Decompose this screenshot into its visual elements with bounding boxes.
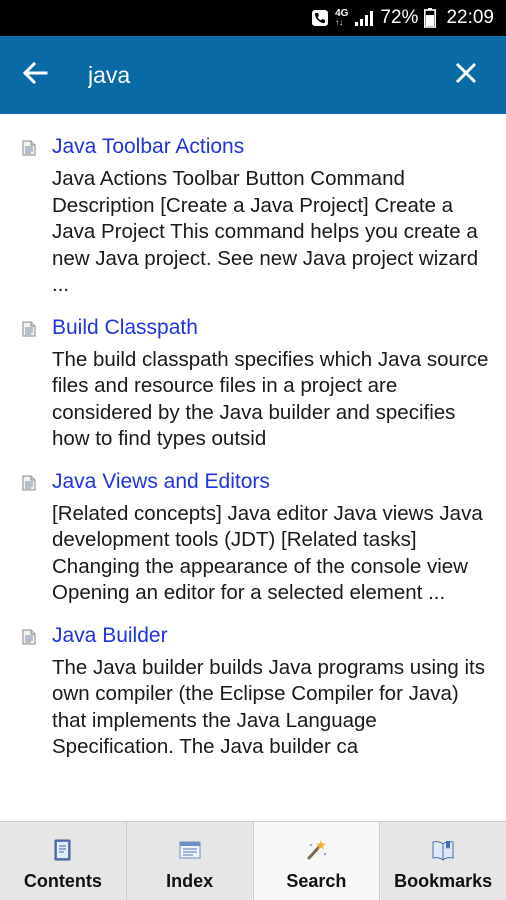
result-title-link[interactable]: Java Toolbar Actions xyxy=(52,134,494,160)
battery-percent: 72% xyxy=(380,7,419,28)
result-title-link[interactable]: Java Builder xyxy=(52,623,494,649)
result-description: The Java builder builds Java programs us… xyxy=(52,655,485,759)
result-title-link[interactable]: Build Classpath xyxy=(52,315,494,341)
result-description: The build classpath specifies which Java… xyxy=(52,347,489,451)
document-icon xyxy=(22,629,36,645)
search-input[interactable] xyxy=(70,50,426,100)
tab-label: Index xyxy=(166,871,214,891)
close-icon xyxy=(455,62,477,89)
document-icon xyxy=(22,321,36,337)
document-icon xyxy=(22,140,36,156)
list-item[interactable]: Java Views and Editors [Related concepts… xyxy=(0,469,506,607)
document-icon xyxy=(22,475,36,491)
tab-contents[interactable]: Contents xyxy=(0,822,127,900)
arrow-left-icon xyxy=(22,61,48,90)
clock: 22:09 xyxy=(446,7,494,28)
phone-call-icon xyxy=(311,9,329,27)
search-results-list: Java Toolbar Actions Java Actions Toolba… xyxy=(0,114,506,806)
bookmark-book-icon xyxy=(430,837,456,863)
index-list-icon xyxy=(177,837,203,863)
signal-strength-icon xyxy=(354,9,374,27)
tab-label: Contents xyxy=(23,871,102,891)
clear-search-button[interactable] xyxy=(426,36,506,114)
battery-icon xyxy=(424,8,437,28)
list-item[interactable]: Build Classpath The build classpath spec… xyxy=(0,315,506,453)
result-title-link[interactable]: Java Views and Editors xyxy=(52,469,494,495)
result-description: Java Actions Toolbar Button Command Desc… xyxy=(52,167,479,296)
status-bar: 4G ↑↓ 72% 22:09 xyxy=(0,0,506,36)
search-app-bar xyxy=(0,36,506,114)
list-item[interactable]: Java Builder The Java builder builds Jav… xyxy=(0,623,506,761)
network-type-indicator: 4G ↑↓ xyxy=(335,8,349,28)
bottom-tab-bar: Contents Index Search Bookmarks xyxy=(0,821,506,900)
back-button[interactable] xyxy=(0,36,70,114)
tab-search[interactable]: Search xyxy=(253,822,381,900)
search-wand-icon xyxy=(303,837,329,863)
tab-label: Search xyxy=(286,871,347,891)
result-description: [Related concepts] Java editor Java view… xyxy=(52,501,483,605)
tab-label: Bookmarks xyxy=(394,871,493,891)
list-item[interactable]: Java Toolbar Actions Java Actions Toolba… xyxy=(0,134,506,299)
book-icon xyxy=(50,837,76,863)
tab-index[interactable]: Index xyxy=(126,822,254,900)
tab-bookmarks[interactable]: Bookmarks xyxy=(380,822,506,900)
